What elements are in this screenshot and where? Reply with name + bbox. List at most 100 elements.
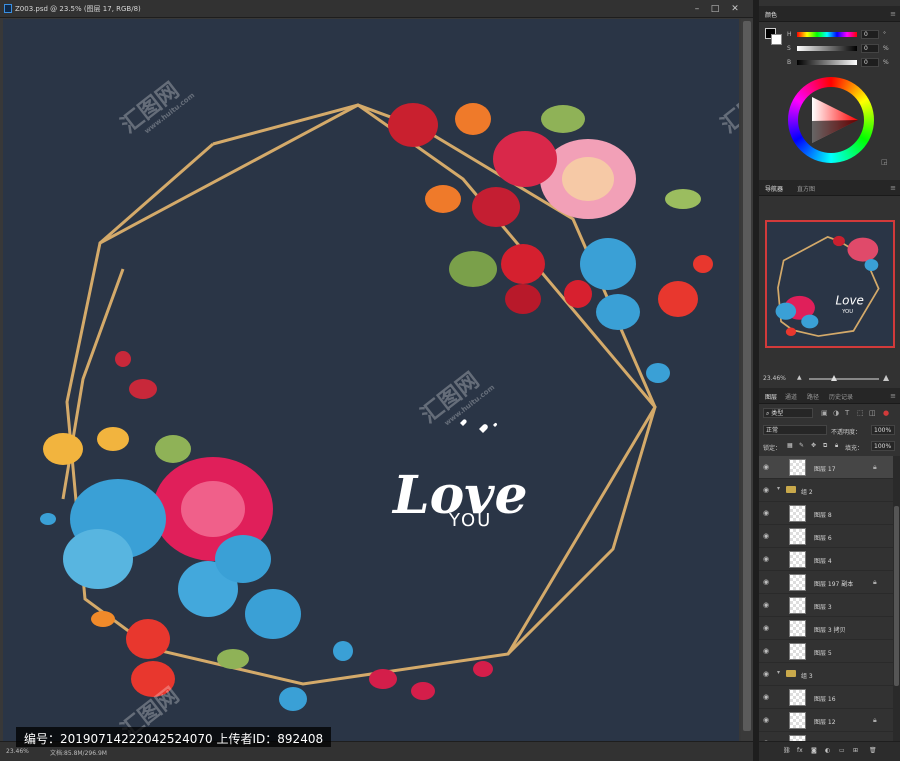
document-tab[interactable]: Z003.psd @ 23.5% (图层 17, RGB/8) – □ ✕ xyxy=(0,0,756,18)
navigator-zoom[interactable]: 23.46% xyxy=(763,375,786,382)
layer-row[interactable]: ◉ 图层 5 xyxy=(759,640,893,663)
layers-scrollbar[interactable] xyxy=(893,456,900,741)
visibility-eye-icon[interactable]: ◉ xyxy=(763,486,769,494)
layer-thumbnail xyxy=(789,459,806,476)
maximize-icon[interactable]: □ xyxy=(708,3,722,15)
new-layer-icon[interactable]: ⊞ xyxy=(853,747,858,754)
layer-name[interactable]: 组 2 xyxy=(801,487,813,496)
layer-name[interactable]: 图层 12 xyxy=(814,717,836,726)
layer-row[interactable]: ◉ 图层 6 xyxy=(759,525,893,548)
panel-menu-icon[interactable]: ≡ xyxy=(890,184,896,192)
filter-type-icon[interactable]: T xyxy=(845,409,849,417)
tab-channels[interactable]: 通道 xyxy=(785,392,797,401)
zoom-readout[interactable]: 23.46% xyxy=(6,748,29,755)
add-mask-icon[interactable]: ◙ xyxy=(811,747,817,754)
visibility-eye-icon[interactable]: ◉ xyxy=(763,601,769,609)
tab-color[interactable]: 颜色 xyxy=(765,10,777,19)
new-group-icon[interactable]: ▭ xyxy=(839,747,845,754)
navigator-preview[interactable]: Love YOU xyxy=(765,220,895,348)
layer-row[interactable]: ◉ 图层 8 xyxy=(759,502,893,525)
visibility-eye-icon[interactable]: ◉ xyxy=(763,693,769,701)
tab-layers[interactable]: 图层 xyxy=(765,392,777,401)
lock-pixels-icon[interactable]: ▦ xyxy=(787,442,793,449)
lock-icon: 🔒︎ xyxy=(873,463,877,471)
visibility-eye-icon[interactable]: ◉ xyxy=(763,578,769,586)
lock-brush-icon[interactable]: ✎ xyxy=(799,442,804,449)
adjustment-layer-icon[interactable]: ◐ xyxy=(825,747,830,754)
tab-histogram[interactable]: 直方图 xyxy=(797,184,815,193)
layer-name[interactable]: 图层 6 xyxy=(814,533,832,542)
opacity-field[interactable]: 100% xyxy=(871,425,895,435)
zoom-slider-thumb[interactable] xyxy=(831,375,837,381)
layer-name[interactable]: 图层 3 xyxy=(814,602,832,611)
canvas[interactable]: Love YOU 汇图网 www.huitu.com 汇图网 www.huitu… xyxy=(3,19,739,741)
visibility-eye-icon[interactable]: ◉ xyxy=(763,509,769,517)
filter-toggle-icon[interactable]: ● xyxy=(883,409,889,417)
zoom-out-icon[interactable]: ▲ xyxy=(797,374,802,381)
lock-move-icon[interactable]: ✥ xyxy=(811,442,816,449)
visibility-eye-icon[interactable]: ◉ xyxy=(763,463,769,471)
layer-name[interactable]: 组 3 xyxy=(801,671,813,680)
zoom-slider[interactable] xyxy=(809,375,879,381)
layer-row[interactable]: ◉ 图层 3 xyxy=(759,594,893,617)
panel-divider[interactable] xyxy=(753,0,759,761)
hue-slider[interactable]: H 0 ° xyxy=(787,30,899,40)
link-layers-icon[interactable]: ⛓ xyxy=(783,747,791,754)
background-swatch[interactable] xyxy=(771,34,782,45)
vertical-scrollbar[interactable] xyxy=(741,19,753,741)
filter-adjust-icon[interactable]: ◑ xyxy=(833,409,839,417)
panel-menu-icon[interactable]: ≡ xyxy=(890,10,896,18)
layer-thumbnail xyxy=(789,643,806,660)
layer-row[interactable]: ◉ 图层 197 副本 🔒︎ xyxy=(759,571,893,594)
minimize-icon[interactable]: – xyxy=(690,3,704,15)
visibility-eye-icon[interactable]: ◉ xyxy=(763,716,769,724)
delete-layer-icon[interactable]: 🗑︎ xyxy=(869,747,877,754)
fx-icon[interactable]: fx xyxy=(797,747,803,754)
chevron-down-icon[interactable]: ▾ xyxy=(777,669,780,676)
brightness-slider[interactable]: B 0 % xyxy=(787,58,899,68)
layer-thumbnail xyxy=(789,620,806,637)
tab-paths[interactable]: 路径 xyxy=(807,392,819,401)
lock-artboard-icon[interactable]: ⧉ xyxy=(823,442,827,450)
layer-group[interactable]: ◉ ▾ 组 3 xyxy=(759,663,893,686)
layer-name[interactable]: 图层 5 xyxy=(814,648,832,657)
lock-label: 锁定： xyxy=(763,445,782,452)
visibility-eye-icon[interactable]: ◉ xyxy=(763,555,769,563)
tab-history[interactable]: 历史记录 xyxy=(829,392,853,401)
zoom-in-icon[interactable]: ▲ xyxy=(883,373,889,382)
layer-group[interactable]: ◉ ▾ 组 2 xyxy=(759,479,893,502)
layer-row[interactable]: ◉ 图层 16 xyxy=(759,686,893,709)
opacity-label: 不透明度： xyxy=(831,429,862,436)
layer-name[interactable]: 图层 8 xyxy=(814,510,832,519)
layer-row[interactable]: ◉图层 14 xyxy=(759,732,893,741)
doc-info[interactable]: 文档:85.8M/296.9M xyxy=(50,748,107,757)
panel-menu-icon[interactable]: ≡ xyxy=(890,392,896,400)
filter-pixel-icon[interactable]: ▣ xyxy=(821,409,828,417)
tab-navigator[interactable]: 导航器 xyxy=(765,184,783,193)
lock-all-icon[interactable]: 🔒︎ xyxy=(835,442,838,450)
filter-smart-icon[interactable]: ◫ xyxy=(869,409,876,417)
color-wheel[interactable] xyxy=(788,77,874,163)
visibility-eye-icon[interactable]: ◉ xyxy=(763,670,769,678)
layers-panel-header: 图层 通道 路径 历史记录 ≡ xyxy=(759,388,900,404)
layer-name[interactable]: 图层 197 副本 xyxy=(814,579,853,588)
layer-name[interactable]: 图层 17 xyxy=(814,464,836,473)
layer-name[interactable]: 图层 3 拷贝 xyxy=(814,625,846,634)
layer-row[interactable]: ◉ 图层 12 🔒︎ xyxy=(759,709,893,732)
filter-shape-icon[interactable]: ⬚ xyxy=(857,409,864,417)
layer-row[interactable]: ◉ 图层 3 拷贝 xyxy=(759,617,893,640)
layer-filter-select[interactable]: ⌕ 类型 xyxy=(763,408,813,418)
layer-name[interactable]: 图层 4 xyxy=(814,556,832,565)
visibility-eye-icon[interactable]: ◉ xyxy=(763,532,769,540)
blend-mode-select[interactable]: 正常 xyxy=(763,425,827,435)
reset-icon[interactable]: ◲ xyxy=(881,158,888,166)
layer-row[interactable]: ◉ 图层 4 xyxy=(759,548,893,571)
chevron-down-icon[interactable]: ▾ xyxy=(777,485,780,492)
layer-name[interactable]: 图层 16 xyxy=(814,694,836,703)
layer-row[interactable]: ◉ 图层 17 🔒︎ xyxy=(759,456,893,479)
saturation-slider[interactable]: S 0 % xyxy=(787,44,899,54)
visibility-eye-icon[interactable]: ◉ xyxy=(763,647,769,655)
fill-field[interactable]: 100% xyxy=(871,441,895,451)
visibility-eye-icon[interactable]: ◉ xyxy=(763,624,769,632)
close-icon[interactable]: ✕ xyxy=(728,3,742,15)
